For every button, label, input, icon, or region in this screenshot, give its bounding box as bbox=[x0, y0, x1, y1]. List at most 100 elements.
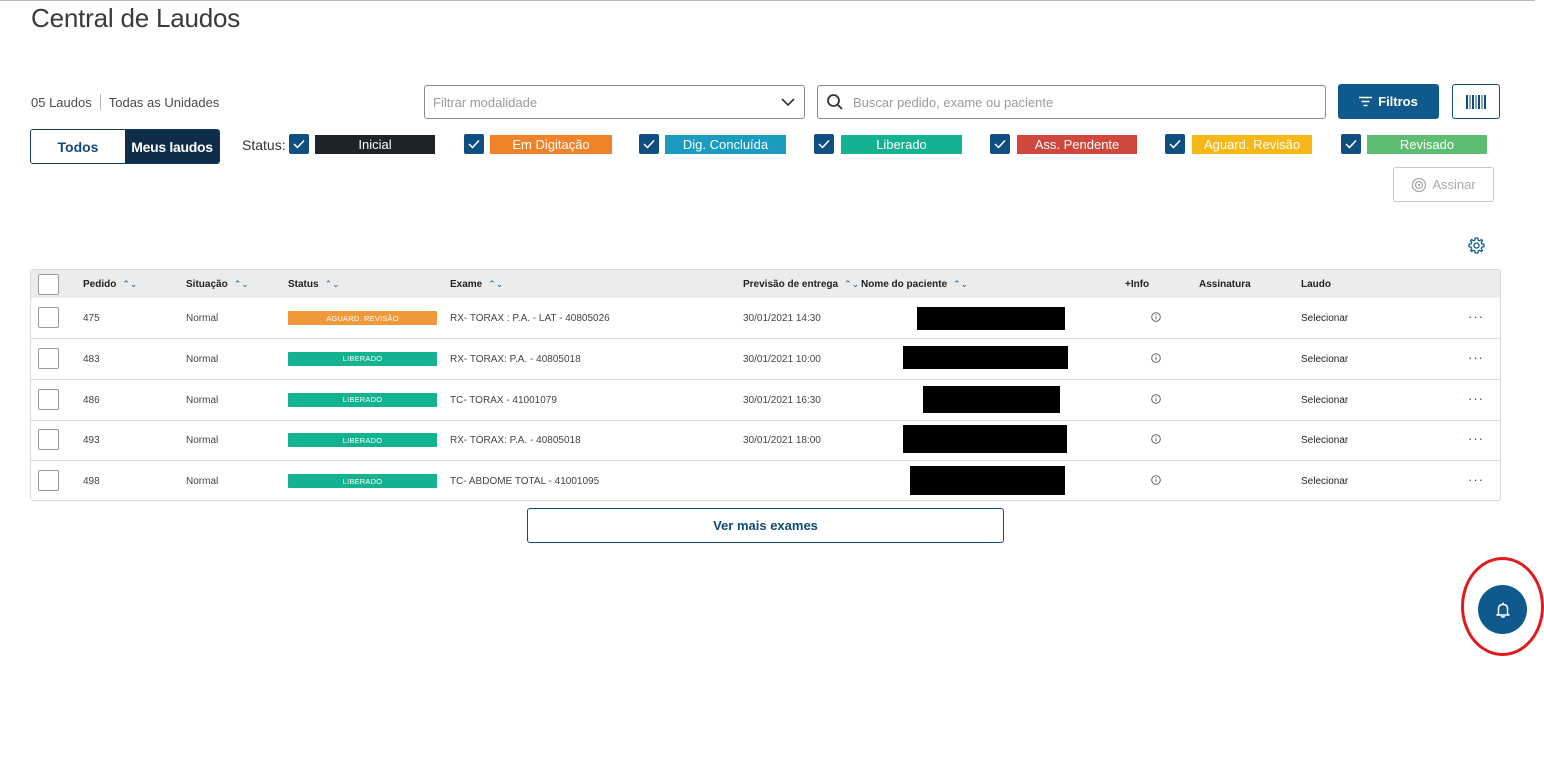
sign-icon bbox=[1412, 177, 1427, 192]
search-box[interactable] bbox=[817, 85, 1326, 119]
header-exame[interactable]: Exame ⌃⌄ bbox=[450, 279, 503, 290]
status-checkbox[interactable] bbox=[464, 134, 484, 154]
cell-pedido: 483 bbox=[83, 353, 100, 365]
cell-situacao: Normal bbox=[186, 476, 219, 488]
table-header: Pedido ⌃⌄ Situação ⌃⌄ Status ⌃⌄ Exame ⌃⌄ Pre… bbox=[31, 270, 1500, 298]
row-checkbox[interactable] bbox=[38, 388, 59, 410]
row-checkbox[interactable] bbox=[38, 470, 59, 492]
cell-situacao: Normal bbox=[186, 353, 219, 365]
status-checkbox[interactable] bbox=[289, 134, 309, 154]
sort-icon[interactable]: ⌃⌄ bbox=[122, 279, 137, 290]
select-report-link[interactable]: Selecionar bbox=[1301, 313, 1348, 324]
status-chip: Inicial bbox=[315, 135, 435, 154]
select-report-link[interactable]: Selecionar bbox=[1301, 476, 1348, 487]
search-input[interactable] bbox=[853, 94, 1317, 110]
check-icon bbox=[1169, 139, 1181, 149]
cell-exame: RX- TORAX: P.A. - 40805018 bbox=[450, 353, 581, 365]
cell-situacao: Normal bbox=[186, 313, 219, 324]
more-icon[interactable]: ··· bbox=[1468, 309, 1484, 324]
info-icon[interactable] bbox=[1151, 434, 1161, 445]
select-report-link[interactable]: Selecionar bbox=[1301, 435, 1348, 446]
table-row[interactable]: 486 Normal LIBERADO TC- TORAX - 41001079 30/… bbox=[31, 380, 1500, 421]
redacted-patient-name bbox=[923, 385, 1060, 413]
toggle-meus-laudos[interactable]: Meus laudos bbox=[125, 130, 219, 163]
bell-icon bbox=[1495, 602, 1510, 618]
cell-exame: TC- ABDOME TOTAL - 41001095 bbox=[450, 476, 600, 488]
cell-pedido: 493 bbox=[83, 435, 100, 447]
modality-placeholder: Filtrar modalidade bbox=[433, 94, 538, 110]
filters-label: Filtros bbox=[1378, 94, 1418, 109]
cell-situacao: Normal bbox=[186, 394, 219, 406]
info-icon[interactable] bbox=[1151, 393, 1161, 404]
barcode-icon bbox=[1466, 94, 1486, 109]
select-report-link[interactable]: Selecionar bbox=[1301, 354, 1348, 365]
cell-pedido: 475 bbox=[83, 313, 100, 324]
row-checkbox[interactable] bbox=[38, 307, 59, 328]
toggle-todos[interactable]: Todos bbox=[31, 130, 125, 163]
check-icon bbox=[818, 139, 830, 149]
more-icon[interactable]: ··· bbox=[1468, 391, 1484, 406]
info-icon[interactable] bbox=[1151, 475, 1161, 485]
status-checkbox[interactable] bbox=[1341, 134, 1361, 154]
status-checkbox[interactable] bbox=[639, 134, 659, 154]
cell-exame: RX- TORAX : P.A. - LAT - 40805026 bbox=[450, 313, 610, 324]
cell-previsao: 30/01/2021 10:00 bbox=[743, 353, 821, 365]
sign-button[interactable]: Assinar bbox=[1393, 167, 1494, 202]
status-badge: LIBERADO bbox=[288, 433, 437, 448]
chevron-down-icon bbox=[781, 98, 795, 107]
info-icon[interactable] bbox=[1151, 353, 1161, 363]
more-icon[interactable]: ··· bbox=[1468, 431, 1484, 446]
header-laudo: Laudo bbox=[1301, 279, 1331, 290]
gear-icon[interactable] bbox=[1467, 236, 1486, 255]
barcode-button[interactable] bbox=[1452, 84, 1500, 119]
sort-icon[interactable]: ⌃⌄ bbox=[488, 279, 503, 290]
header-situacao[interactable]: Situação ⌃⌄ bbox=[186, 279, 249, 290]
table-row[interactable]: 493 Normal LIBERADO RX- TORAX: P.A. - 40805… bbox=[31, 420, 1500, 462]
status-badge: LIBERADO bbox=[288, 392, 437, 407]
status-chip: Liberado bbox=[841, 135, 962, 154]
sort-icon[interactable]: ⌃⌄ bbox=[953, 279, 968, 290]
status-checkbox[interactable] bbox=[814, 134, 834, 154]
more-icon[interactable]: ··· bbox=[1468, 472, 1484, 487]
row-checkbox[interactable] bbox=[38, 347, 59, 369]
more-icon[interactable]: ··· bbox=[1468, 350, 1484, 365]
sort-icon[interactable]: ⌃⌄ bbox=[234, 279, 249, 290]
filters-button[interactable]: Filtros bbox=[1338, 84, 1439, 119]
status-checkbox[interactable] bbox=[1165, 134, 1185, 154]
cell-previsao: 30/01/2021 16:30 bbox=[743, 394, 821, 406]
notifications-button[interactable] bbox=[1478, 585, 1527, 634]
table-row[interactable]: 498 Normal LIBERADO TC- ABDOME TOTAL - 4100… bbox=[31, 461, 1500, 502]
cell-pedido: 498 bbox=[83, 476, 100, 488]
report-count: 05 Laudos bbox=[31, 94, 92, 110]
sort-icon[interactable]: ⌃⌄ bbox=[844, 279, 859, 290]
status-checkbox[interactable] bbox=[990, 134, 1010, 154]
status-chip: Em Digitação bbox=[490, 135, 612, 154]
row-checkbox[interactable] bbox=[38, 429, 59, 451]
modality-select[interactable]: Filtrar modalidade bbox=[424, 85, 805, 119]
status-chip: Aguard. Revisão bbox=[1192, 135, 1312, 154]
status-chip: Dig. Concluída bbox=[665, 135, 786, 154]
header-nome-paciente[interactable]: Nome do paciente ⌃⌄ bbox=[861, 279, 968, 290]
select-report-link[interactable]: Selecionar bbox=[1301, 395, 1348, 406]
header-pedido[interactable]: Pedido ⌃⌄ bbox=[83, 279, 137, 290]
redacted-patient-name bbox=[903, 425, 1067, 454]
status-filter-label: Status: bbox=[242, 137, 286, 153]
header-info: +Info bbox=[1125, 279, 1150, 290]
see-more-button[interactable]: Ver mais exames bbox=[527, 508, 1004, 543]
table-row[interactable]: 475 Normal AGUARD. REVISÃO RX- TORAX : P.A.… bbox=[31, 298, 1500, 339]
header-previsao[interactable]: Previsão de entrega ⌃⌄ bbox=[743, 279, 859, 290]
redacted-patient-name bbox=[917, 307, 1065, 330]
redacted-patient-name bbox=[903, 345, 1068, 369]
table-row[interactable]: 483 Normal LIBERADO RX- TORAX: P.A. - 40805… bbox=[31, 339, 1500, 380]
info-icon[interactable] bbox=[1151, 312, 1161, 322]
header-status[interactable]: Status ⌃⌄ bbox=[288, 279, 340, 290]
cell-previsao: 30/01/2021 14:30 bbox=[743, 313, 821, 324]
ownership-toggle: Todos Meus laudos bbox=[30, 129, 220, 164]
status-badge: AGUARD. REVISÃO bbox=[288, 311, 437, 325]
check-icon bbox=[994, 139, 1006, 149]
redacted-patient-name bbox=[910, 466, 1065, 496]
sort-icon[interactable]: ⌃⌄ bbox=[325, 279, 340, 290]
select-all-checkbox[interactable] bbox=[38, 274, 59, 295]
check-icon bbox=[1345, 139, 1357, 149]
status-badge: LIBERADO bbox=[288, 351, 437, 366]
